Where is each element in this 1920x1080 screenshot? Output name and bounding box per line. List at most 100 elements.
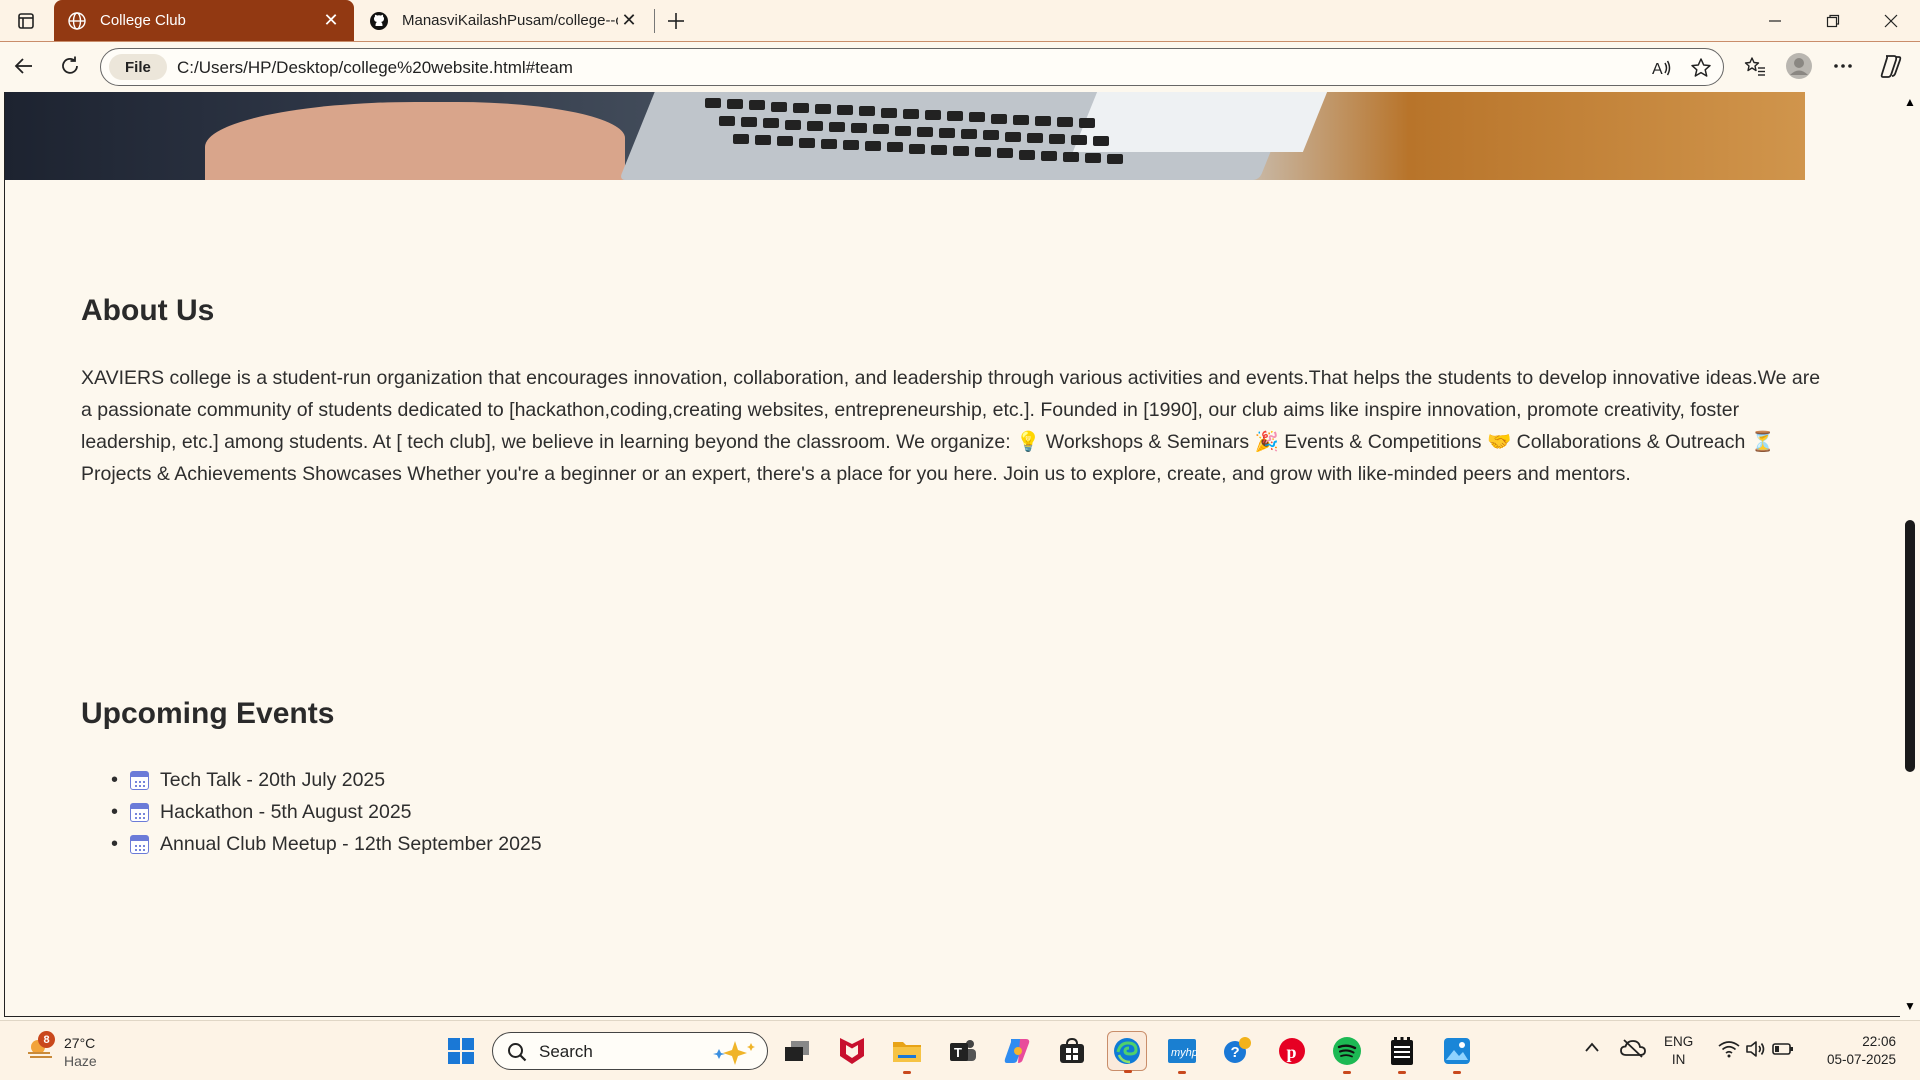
- svg-text:p: p: [1287, 1042, 1297, 1062]
- chevron-up-icon: [1585, 1042, 1599, 1052]
- keyboard-key-decoration: [895, 125, 911, 136]
- minimize-button[interactable]: [1747, 0, 1803, 41]
- keyboard-key-decoration: [881, 107, 897, 118]
- clock-button[interactable]: 22:06 05-07-2025: [1810, 1033, 1896, 1069]
- page-viewport: About Us XAVIERS college is a student-ru…: [4, 92, 1900, 1017]
- restore-button[interactable]: [1805, 0, 1861, 41]
- tab-college-club[interactable]: College Club ✕: [54, 0, 354, 41]
- close-tab-icon[interactable]: ✕: [320, 10, 342, 32]
- new-tab-button[interactable]: [660, 6, 692, 36]
- vertical-scrollbar[interactable]: ▲ ▼: [1900, 92, 1920, 1017]
- scrollbar-thumb[interactable]: [1905, 520, 1915, 772]
- plus-icon: [668, 13, 684, 29]
- taskbar-search[interactable]: Search: [492, 1032, 768, 1070]
- close-window-button[interactable]: [1863, 0, 1919, 41]
- notepad-button[interactable]: [1382, 1031, 1422, 1074]
- input-language-button[interactable]: ENG IN: [1664, 1033, 1693, 1069]
- event-label: Annual Club Meetup - 12th September 2025: [160, 833, 542, 855]
- language-region: IN: [1671, 1052, 1686, 1067]
- keyboard-key-decoration: [865, 141, 881, 152]
- keyboard-key-decoration: [953, 146, 969, 156]
- copilot-button[interactable]: [1874, 49, 1908, 83]
- tab-github[interactable]: ManasviKailashPusam/college--cl ✕: [356, 0, 652, 41]
- keyboard-key-decoration: [793, 102, 809, 113]
- keyboard-key-decoration: [1035, 116, 1051, 126]
- keyboard-key-decoration: [843, 140, 859, 150]
- calendar-icon: [130, 834, 150, 854]
- read-aloud-icon[interactable]: A: [1647, 54, 1675, 82]
- copilot-icon: [1880, 55, 1902, 78]
- list-item: Hackathon - 5th August 2025: [111, 796, 542, 828]
- keyboard-key-decoration: [1063, 152, 1079, 162]
- microsoft-store-button[interactable]: [1052, 1031, 1092, 1071]
- list-item: Annual Club Meetup - 12th September 2025: [111, 828, 542, 860]
- keyboard-key-decoration: [859, 106, 875, 117]
- teams-button[interactable]: T: [942, 1031, 982, 1071]
- myhp-button[interactable]: myhp: [1162, 1031, 1202, 1074]
- site-info-chip[interactable]: File: [109, 54, 167, 80]
- profile-button[interactable]: [1782, 49, 1816, 83]
- address-bar[interactable]: File C:/Users/HP/Desktop/college%20websi…: [100, 48, 1724, 86]
- refresh-icon: [62, 56, 78, 74]
- sparkle-icon: [713, 1041, 755, 1065]
- language-code: ENG: [1664, 1034, 1694, 1049]
- favorites-button[interactable]: [1738, 49, 1772, 83]
- pinterest-button[interactable]: p: [1272, 1031, 1312, 1071]
- spotify-button[interactable]: [1327, 1031, 1367, 1074]
- refresh-button[interactable]: [54, 50, 86, 82]
- keyboard-key-decoration: [705, 98, 721, 108]
- keyboard-key-decoration: [1049, 134, 1065, 144]
- keyboard-key-decoration: [1079, 118, 1095, 129]
- quick-settings-button[interactable]: [1716, 1037, 1796, 1061]
- show-hidden-icons-button[interactable]: [1584, 1039, 1600, 1055]
- tab-actions-button[interactable]: [8, 6, 44, 36]
- about-heading: About Us: [81, 294, 215, 327]
- tab-actions-icon: [18, 13, 34, 29]
- svg-text:?: ?: [1231, 1044, 1240, 1061]
- task-view-button[interactable]: [777, 1031, 817, 1071]
- restore-icon: [1826, 14, 1840, 27]
- svg-text:A: A: [1652, 61, 1663, 78]
- keyboard-key-decoration: [1005, 131, 1021, 142]
- scroll-down-icon[interactable]: ▼: [1904, 999, 1916, 1013]
- copilot-app-button[interactable]: [997, 1031, 1037, 1071]
- weather-widget[interactable]: 8 27°C Haze: [20, 1029, 110, 1073]
- file-explorer-button[interactable]: [887, 1031, 927, 1074]
- onedrive-status-button[interactable]: [1620, 1037, 1646, 1059]
- url-text[interactable]: C:/Users/HP/Desktop/college%20website.ht…: [177, 58, 573, 78]
- event-label: Tech Talk - 20th July 2025: [160, 769, 386, 791]
- close-icon: [1884, 14, 1898, 27]
- photos-button[interactable]: [1437, 1031, 1477, 1074]
- keyboard-key-decoration: [1013, 114, 1029, 125]
- settings-more-button[interactable]: [1826, 49, 1860, 83]
- event-label: Hackathon - 5th August 2025: [160, 801, 412, 823]
- close-tab-icon[interactable]: ✕: [618, 10, 640, 32]
- edge-button[interactable]: [1107, 1031, 1147, 1073]
- keyboard-key-decoration: [763, 118, 779, 129]
- copilot-app-icon: [1004, 1039, 1030, 1063]
- events-heading: Upcoming Events: [81, 697, 335, 730]
- start-button[interactable]: [441, 1031, 481, 1071]
- scroll-up-icon[interactable]: ▲: [1904, 95, 1916, 109]
- windows-taskbar: 8 27°C Haze Search T myhp ? p ENG IN 22:…: [0, 1020, 1920, 1080]
- more-dots-icon: [1834, 64, 1852, 68]
- battery-icon: [1772, 1043, 1793, 1055]
- keyboard-key-decoration: [1041, 150, 1057, 161]
- keyboard-key-decoration: [771, 101, 787, 112]
- keyboard-key-decoration: [887, 142, 903, 153]
- browser-title-bar: College Club ✕ ManasviKailashPusam/colle…: [0, 0, 1920, 41]
- tab-separator: [654, 9, 655, 33]
- keyboard-key-decoration: [741, 117, 757, 128]
- get-help-button[interactable]: ?: [1217, 1031, 1257, 1071]
- favorites-list-icon: [1744, 57, 1765, 76]
- search-icon: [508, 1043, 527, 1062]
- minimize-icon: [1769, 19, 1781, 22]
- keyboard-key-decoration: [997, 148, 1013, 159]
- favorite-star-icon[interactable]: [1687, 54, 1715, 82]
- keyboard-key-decoration: [961, 129, 977, 140]
- cloud-offline-icon: [1620, 1039, 1646, 1058]
- keyboard-key-decoration: [917, 126, 933, 137]
- keyboard-key-decoration: [815, 104, 831, 114]
- back-button[interactable]: [8, 50, 40, 82]
- mcafee-button[interactable]: [832, 1031, 872, 1071]
